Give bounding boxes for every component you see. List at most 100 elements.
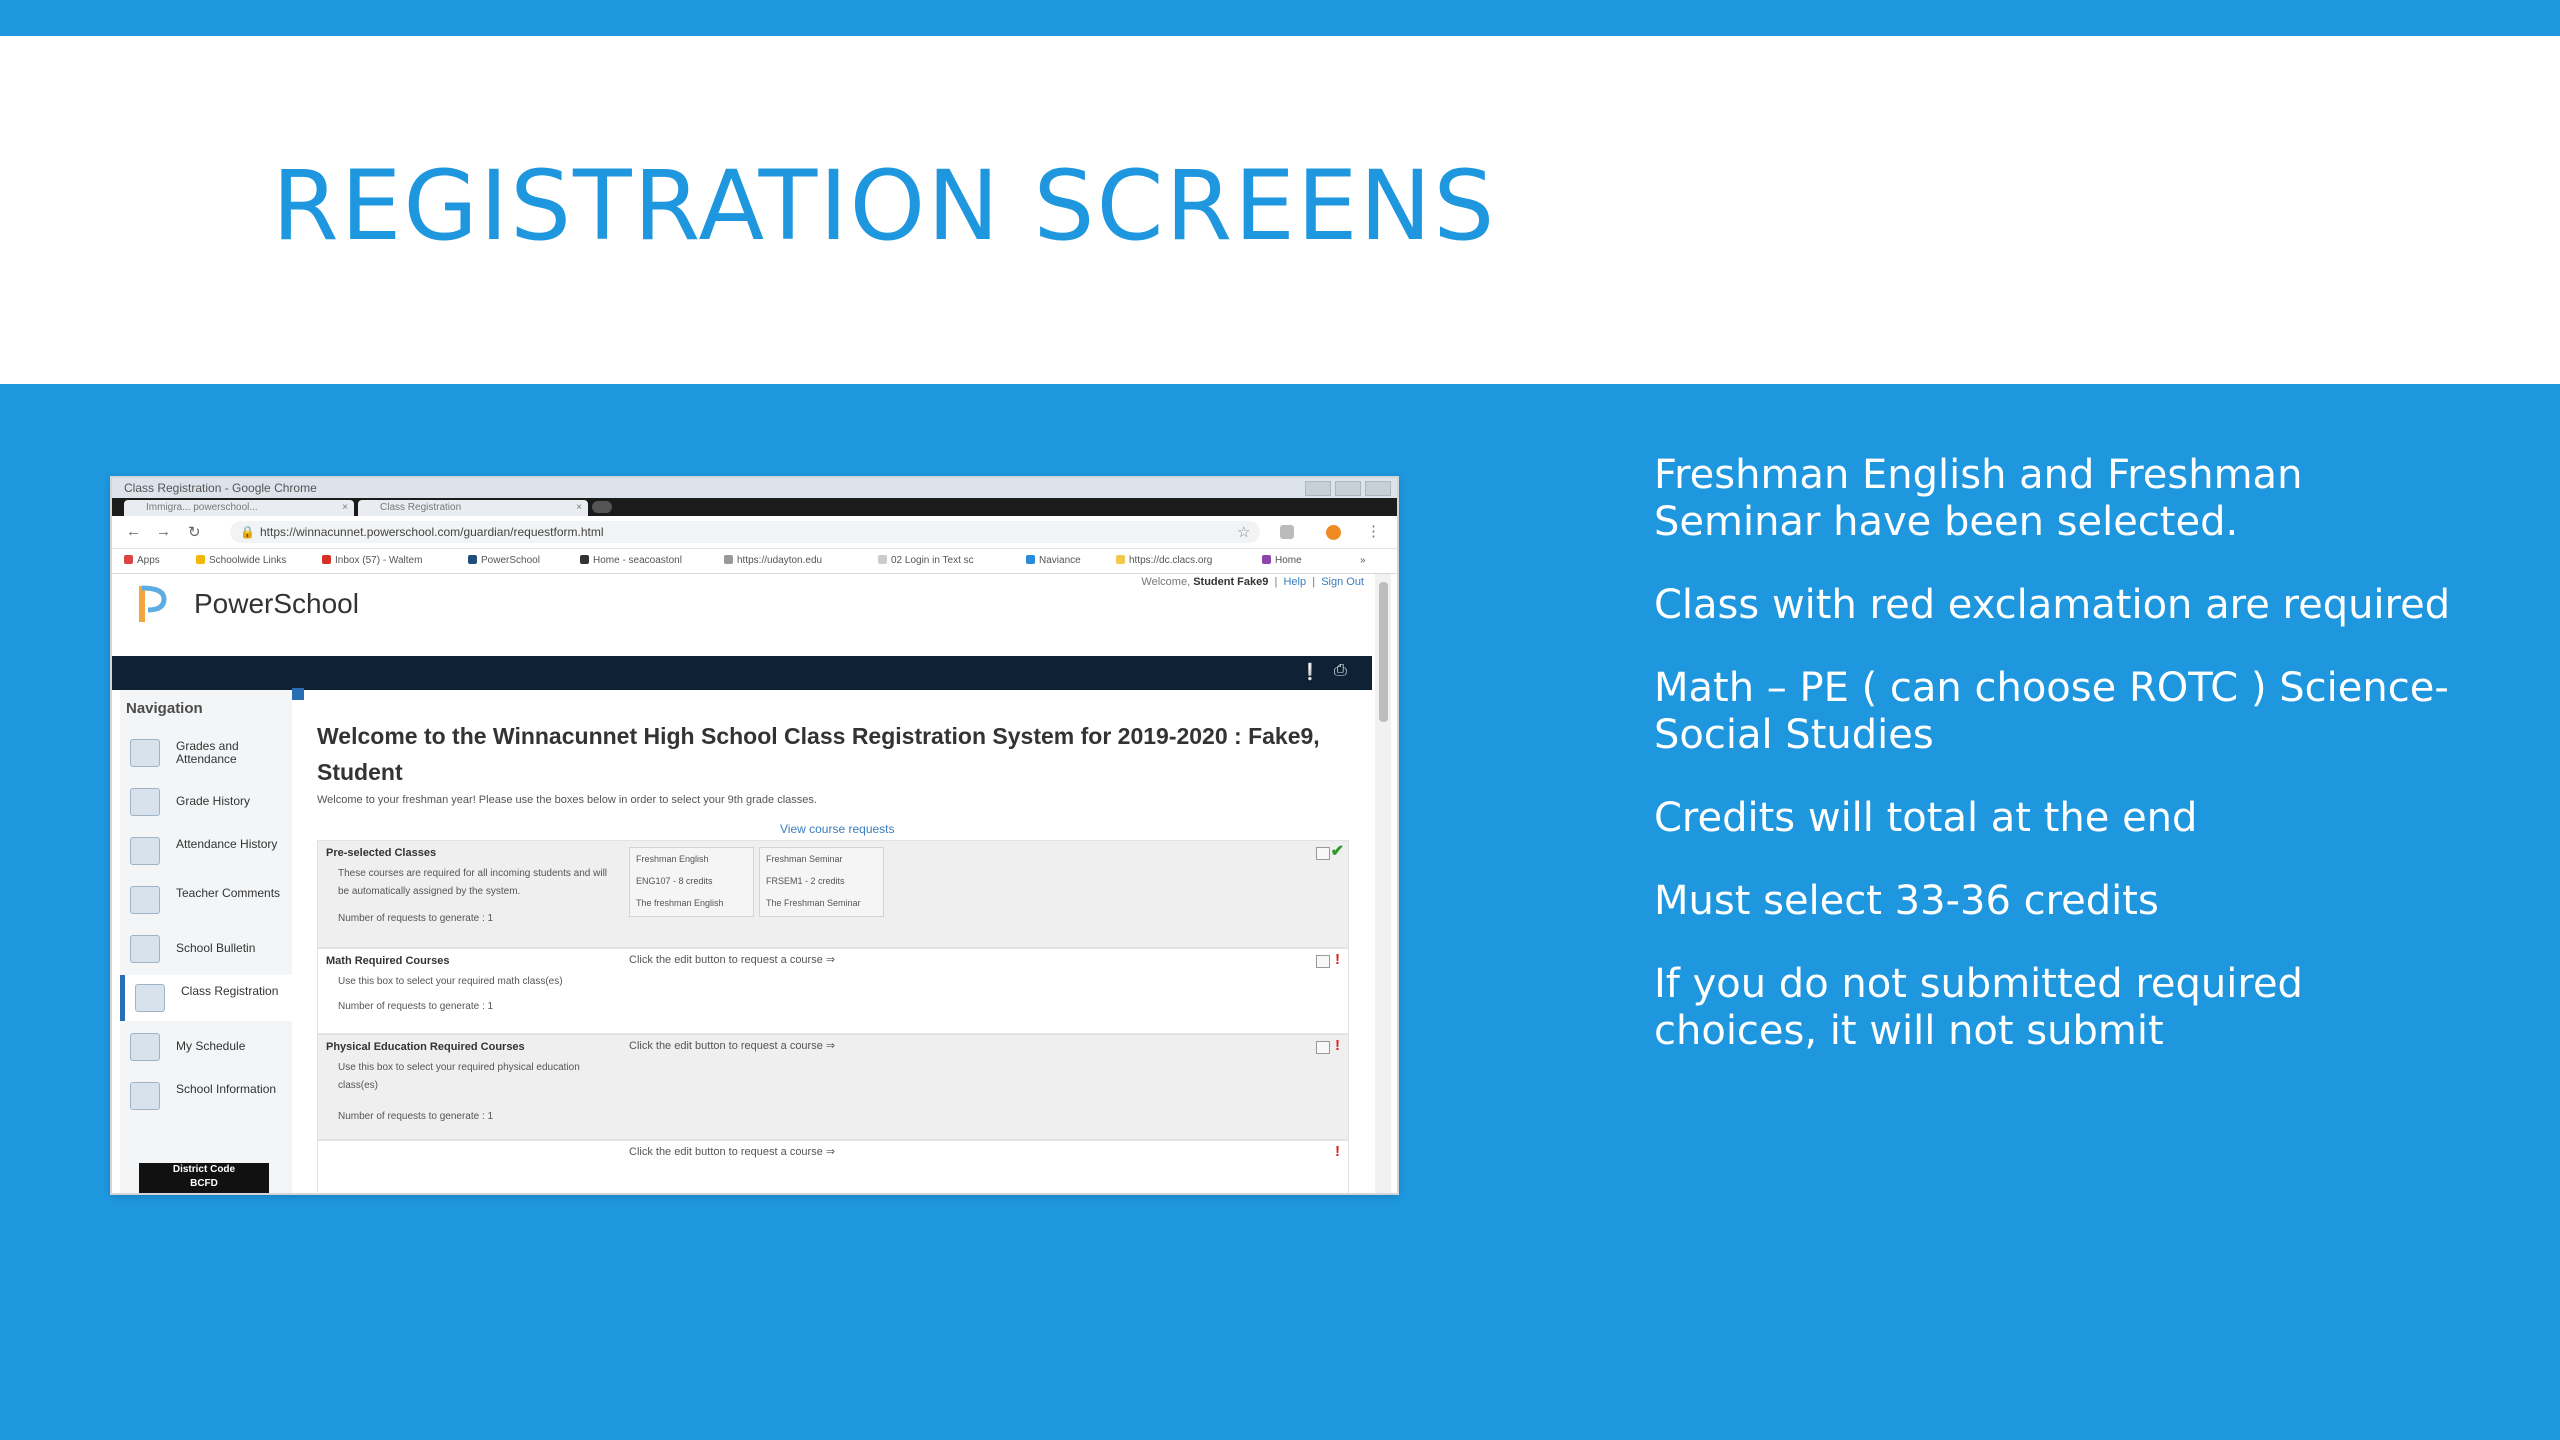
page-scrollbar[interactable] xyxy=(1375,574,1391,1193)
profile-icon[interactable] xyxy=(1326,525,1341,540)
course-name: Freshman English xyxy=(636,854,709,864)
course-description: The Freshman Seminar xyxy=(766,898,861,908)
bullet-item: Class with red exclamation are required xyxy=(1654,582,2451,628)
nav-item-label: School Information xyxy=(176,1082,277,1096)
checkmark-icon: ✔ xyxy=(1330,843,1344,860)
collapse-sidebar-button[interactable] xyxy=(292,688,304,700)
red-exclamation-icon: ! xyxy=(1335,951,1340,968)
bookmarks-bar: Apps Schoolwide Links Inbox (57) - Walte… xyxy=(112,549,1397,574)
bookmark-item[interactable]: Apps xyxy=(124,549,160,573)
red-exclamation-icon: ! xyxy=(1335,1143,1340,1160)
bookmark-item[interactable]: Home xyxy=(1262,549,1302,573)
intro-text: Welcome to your freshman year! Please us… xyxy=(317,794,817,806)
grades-icon xyxy=(130,739,160,767)
nav-item-grades-attendance[interactable]: Grades and Attendance xyxy=(120,730,292,776)
help-link[interactable]: Help xyxy=(1283,576,1306,588)
bookmark-item[interactable]: 02 Login in Text sc xyxy=(878,549,974,573)
request-count: Number of requests to generate : 1 xyxy=(338,913,494,924)
menu-kebab-icon[interactable]: ⋮ xyxy=(1366,522,1381,540)
bookmark-item[interactable]: https://dc.clacs.org xyxy=(1116,549,1212,573)
section-math: Math Required Courses Use this box to se… xyxy=(317,948,1349,1034)
window-title-bar: Class Registration - Google Chrome xyxy=(112,478,1397,498)
bookmark-star-icon[interactable]: ☆ xyxy=(1237,523,1250,541)
course-card: Freshman English ENG107 - 8 credits The … xyxy=(629,847,754,917)
nav-item-my-schedule[interactable]: My Schedule xyxy=(120,1024,292,1070)
edit-icon[interactable] xyxy=(1316,955,1330,968)
navigation-sidebar: Navigation Grades and Attendance Grade H… xyxy=(120,690,292,1193)
top-accent-bar xyxy=(0,0,2560,36)
alert-icon[interactable]: ❕ xyxy=(1300,662,1320,682)
course-code: ENG107 - 8 credits xyxy=(636,876,713,886)
district-code-badge: District Code BCFD xyxy=(139,1163,269,1193)
section-title: Pre-selected Classes xyxy=(326,847,437,859)
nav-item-class-registration[interactable]: Class Registration xyxy=(120,975,292,1021)
powerschool-nav-bar: ❕ ⎙ xyxy=(112,656,1372,690)
close-tab-icon[interactable]: × xyxy=(576,500,582,516)
sign-out-link[interactable]: Sign Out xyxy=(1321,576,1364,588)
window-controls xyxy=(1305,481,1391,496)
browser-tab-active[interactable]: Class Registration × xyxy=(358,500,588,516)
nav-item-attendance-history[interactable]: Attendance History xyxy=(120,828,292,874)
maximize-button[interactable] xyxy=(1335,481,1361,496)
scrollbar-thumb[interactable] xyxy=(1379,582,1388,722)
tab-label: Class Registration xyxy=(380,502,462,513)
school-icon xyxy=(130,1082,160,1110)
main-content: Welcome to the Winnacunnet High School C… xyxy=(305,690,1371,1193)
lock-icon: 🔒 xyxy=(240,525,255,539)
comments-icon xyxy=(130,886,160,914)
bookmark-item[interactable]: Naviance xyxy=(1026,549,1081,573)
course-card: Freshman Seminar FRSEM1 - 2 credits The … xyxy=(759,847,884,917)
welcome-bar: Welcome, Student Fake9 | Help | Sign Out xyxy=(1141,576,1364,588)
more-bookmarks-icon[interactable]: » xyxy=(1360,549,1366,573)
bookmark-item[interactable]: https://udayton.edu xyxy=(724,549,822,573)
forward-icon[interactable]: → xyxy=(156,523,171,540)
section-description: Use this box to select your required mat… xyxy=(338,976,563,987)
course-code: FRSEM1 - 2 credits xyxy=(766,876,845,886)
bookmark-item[interactable]: Inbox (57) - Waltem xyxy=(322,549,422,573)
powerschool-logo-icon xyxy=(139,585,167,622)
edit-icon[interactable] xyxy=(1316,847,1330,860)
view-course-requests-link[interactable]: View course requests xyxy=(780,822,895,836)
edit-icon[interactable] xyxy=(1316,1041,1330,1054)
bookmark-item[interactable]: Schoolwide Links xyxy=(196,549,286,573)
print-icon[interactable]: ⎙ xyxy=(1334,662,1347,680)
nav-item-label: Teacher Comments xyxy=(176,886,281,900)
browser-tab[interactable]: Immigra... powerschool... × xyxy=(124,500,354,516)
bullet-item: Must select 33-36 credits xyxy=(1654,878,2159,924)
district-code-value: BCFD xyxy=(190,1178,218,1189)
nav-item-label: Class Registration xyxy=(181,984,279,998)
minimize-button[interactable] xyxy=(1305,481,1331,496)
nav-item-label: School Bulletin xyxy=(176,941,256,955)
user-name: Student Fake9 xyxy=(1193,576,1269,588)
close-tab-icon[interactable]: × xyxy=(342,500,348,516)
new-tab-button[interactable] xyxy=(592,501,612,513)
attendance-icon xyxy=(130,837,160,865)
bullet-item: Credits will total at the end xyxy=(1654,795,2198,841)
edit-instruction: Click the edit button to request a cours… xyxy=(629,1146,836,1158)
navigation-heading: Navigation xyxy=(126,700,203,717)
bullet-item: Math – PE ( can choose ROTC ) Science-So… xyxy=(1654,665,2449,758)
district-code-label: District Code xyxy=(172,1164,236,1175)
bookmark-item[interactable]: PowerSchool xyxy=(468,549,540,573)
nav-item-label: Grade History xyxy=(176,794,251,808)
nav-item-school-information[interactable]: School Information xyxy=(120,1073,292,1119)
address-bar[interactable]: 🔒 https://winnacunnet.powerschool.com/gu… xyxy=(230,521,1260,543)
back-icon[interactable]: ← xyxy=(126,523,141,540)
nav-item-school-bulletin[interactable]: School Bulletin xyxy=(120,926,292,972)
section-partial: Click the edit button to request a cours… xyxy=(317,1140,1349,1193)
close-button[interactable] xyxy=(1365,481,1391,496)
section-description: Use this box to select your required phy… xyxy=(338,1062,580,1091)
bullet-item: If you do not submitted required choices… xyxy=(1654,961,2303,1054)
nav-item-grade-history[interactable]: Grade History xyxy=(120,779,292,825)
nav-item-label: Attendance History xyxy=(176,837,278,851)
extension-icon[interactable] xyxy=(1280,525,1294,539)
course-name: Freshman Seminar xyxy=(766,854,843,864)
bullet-list: Freshman English and Freshman Seminar ha… xyxy=(1654,452,2454,1091)
request-count: Number of requests to generate : 1 xyxy=(338,1111,494,1122)
window-title: Class Registration - Google Chrome xyxy=(124,481,317,495)
nav-item-teacher-comments[interactable]: Teacher Comments xyxy=(120,877,292,923)
bookmark-item[interactable]: Home - seacoastonl xyxy=(580,549,682,573)
browser-toolbar: ← → ↻ 🔒 https://winnacunnet.powerschool.… xyxy=(112,516,1397,549)
reload-icon[interactable]: ↻ xyxy=(188,523,201,541)
request-count: Number of requests to generate : 1 xyxy=(338,1001,494,1012)
